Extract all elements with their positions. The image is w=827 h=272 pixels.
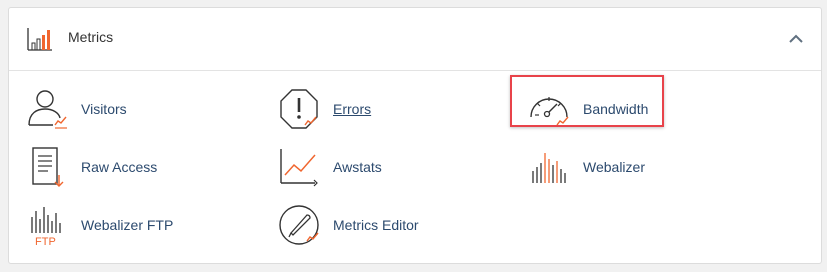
raw-access-label: Raw Access bbox=[81, 159, 158, 175]
bandwidth-highlight bbox=[510, 75, 664, 127]
visitors-label: Visitors bbox=[81, 101, 127, 117]
chevron-up-icon[interactable] bbox=[787, 30, 805, 48]
awstats-label: Awstats bbox=[333, 159, 382, 175]
awstats-link[interactable]: Awstats bbox=[277, 144, 382, 190]
metrics-editor-link[interactable]: Metrics Editor bbox=[277, 202, 419, 248]
ftp-icon-text: FTP bbox=[35, 236, 56, 247]
errors-label: Errors bbox=[333, 101, 372, 117]
bar-chart-icon bbox=[27, 28, 52, 51]
errors-icon bbox=[280, 89, 318, 129]
panel-header[interactable]: Metrics bbox=[9, 8, 821, 71]
visitors-link[interactable]: Visitors bbox=[25, 86, 127, 132]
raw-access-icon bbox=[32, 147, 64, 187]
metrics-editor-label: Metrics Editor bbox=[333, 217, 419, 233]
webalizer-ftp-icon: FTP bbox=[31, 207, 61, 247]
webalizer-ftp-label: Webalizer FTP bbox=[81, 217, 174, 233]
webalizer-label: Webalizer bbox=[583, 159, 645, 175]
webalizer-ftp-link[interactable]: FTP Webalizer FTP bbox=[25, 202, 173, 248]
awstats-icon bbox=[280, 149, 318, 187]
raw-access-link[interactable]: Raw Access bbox=[25, 144, 157, 190]
webalizer-link[interactable]: Webalizer bbox=[527, 144, 645, 190]
panel-title: Metrics bbox=[68, 29, 114, 45]
visitors-icon bbox=[28, 90, 67, 129]
errors-link[interactable]: Errors bbox=[277, 86, 371, 132]
metrics-panel: Metrics Visitors Errors Bandwidth Raw Ac… bbox=[8, 7, 822, 264]
metrics-editor-icon bbox=[279, 205, 319, 245]
webalizer-icon bbox=[532, 153, 566, 183]
